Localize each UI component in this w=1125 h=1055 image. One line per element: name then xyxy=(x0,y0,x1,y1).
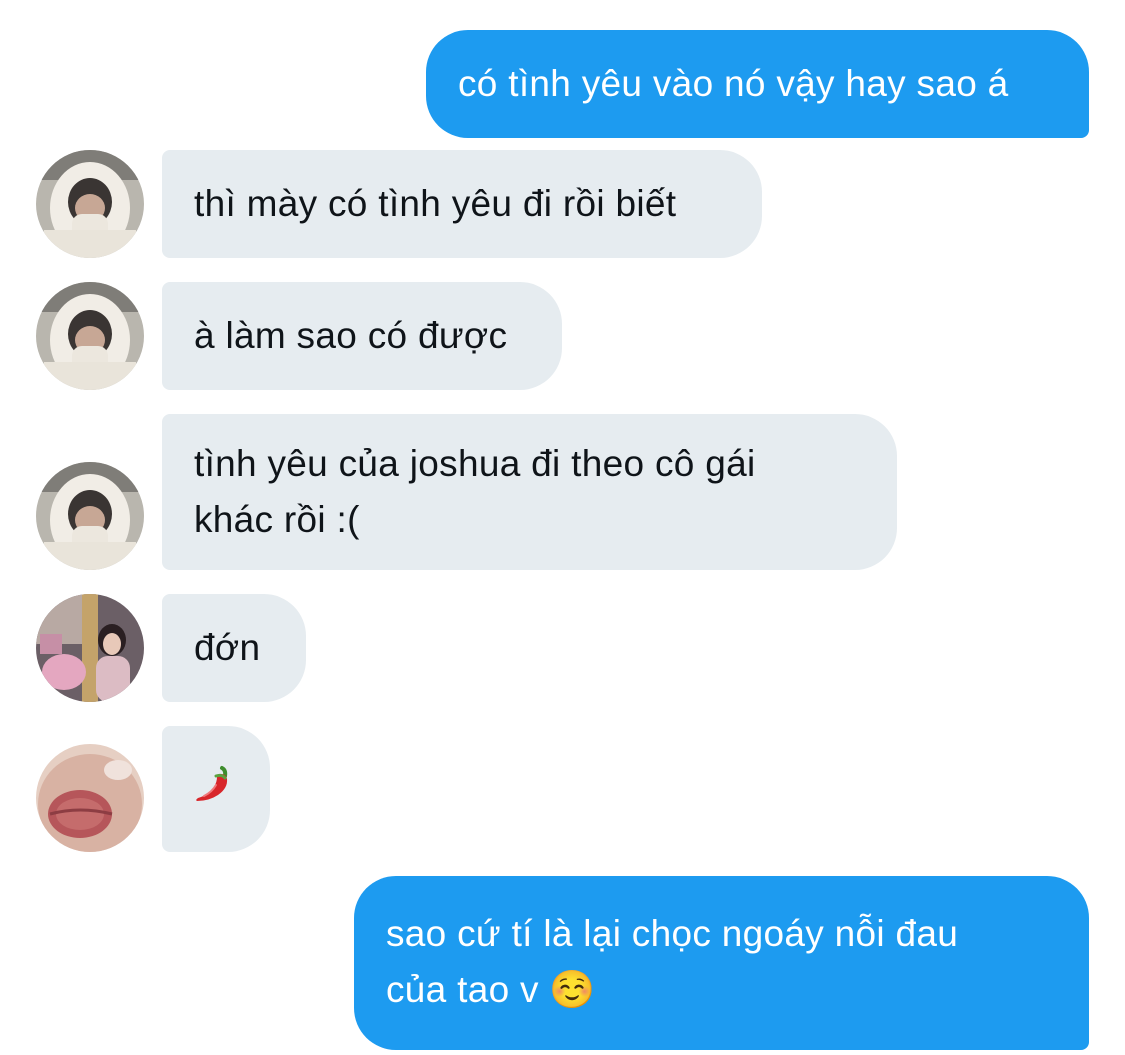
received-message-bubble[interactable]: tình yêu của joshua đi theo cô gái khác … xyxy=(162,414,897,570)
sent-message-bubble[interactable]: có tình yêu vào nó vậy hay sao á xyxy=(426,30,1089,138)
received-message-bubble[interactable]: đớn xyxy=(162,594,306,702)
message-text-line: khác rồi :( xyxy=(194,499,360,540)
avatar-girl-photo[interactable] xyxy=(36,594,144,702)
message-text-line: của tao v ☺️ xyxy=(386,969,596,1010)
sent-message-bubble[interactable]: sao cứ tí là lại chọc ngoáy nỗi đau của … xyxy=(354,876,1089,1050)
avatar-hooded-person[interactable] xyxy=(36,282,144,390)
message-text-line: tình yêu của joshua đi theo cô gái xyxy=(194,443,756,484)
message-text: có tình yêu vào nó vậy hay sao á xyxy=(458,63,1009,104)
received-message-bubble[interactable]: à làm sao có được xyxy=(162,282,562,390)
avatar-hooded-person[interactable] xyxy=(36,462,144,570)
avatar-hooded-person[interactable] xyxy=(36,150,144,258)
avatar-lips-closeup[interactable] xyxy=(36,744,144,852)
received-message-bubble[interactable] xyxy=(162,726,270,852)
message-text: à làm sao có được xyxy=(194,315,508,356)
received-message-bubble[interactable]: thì mày có tình yêu đi rồi biết xyxy=(162,150,762,258)
message-text-line: sao cứ tí là lại chọc ngoáy nỗi đau xyxy=(386,913,959,954)
message-text: đớn xyxy=(194,627,261,668)
message-text: thì mày có tình yêu đi rồi biết xyxy=(194,183,677,224)
chat-thread: có tình yêu vào nó vậy hay sao á thì mày… xyxy=(0,0,1125,1055)
chili-pepper-icon xyxy=(192,766,236,814)
